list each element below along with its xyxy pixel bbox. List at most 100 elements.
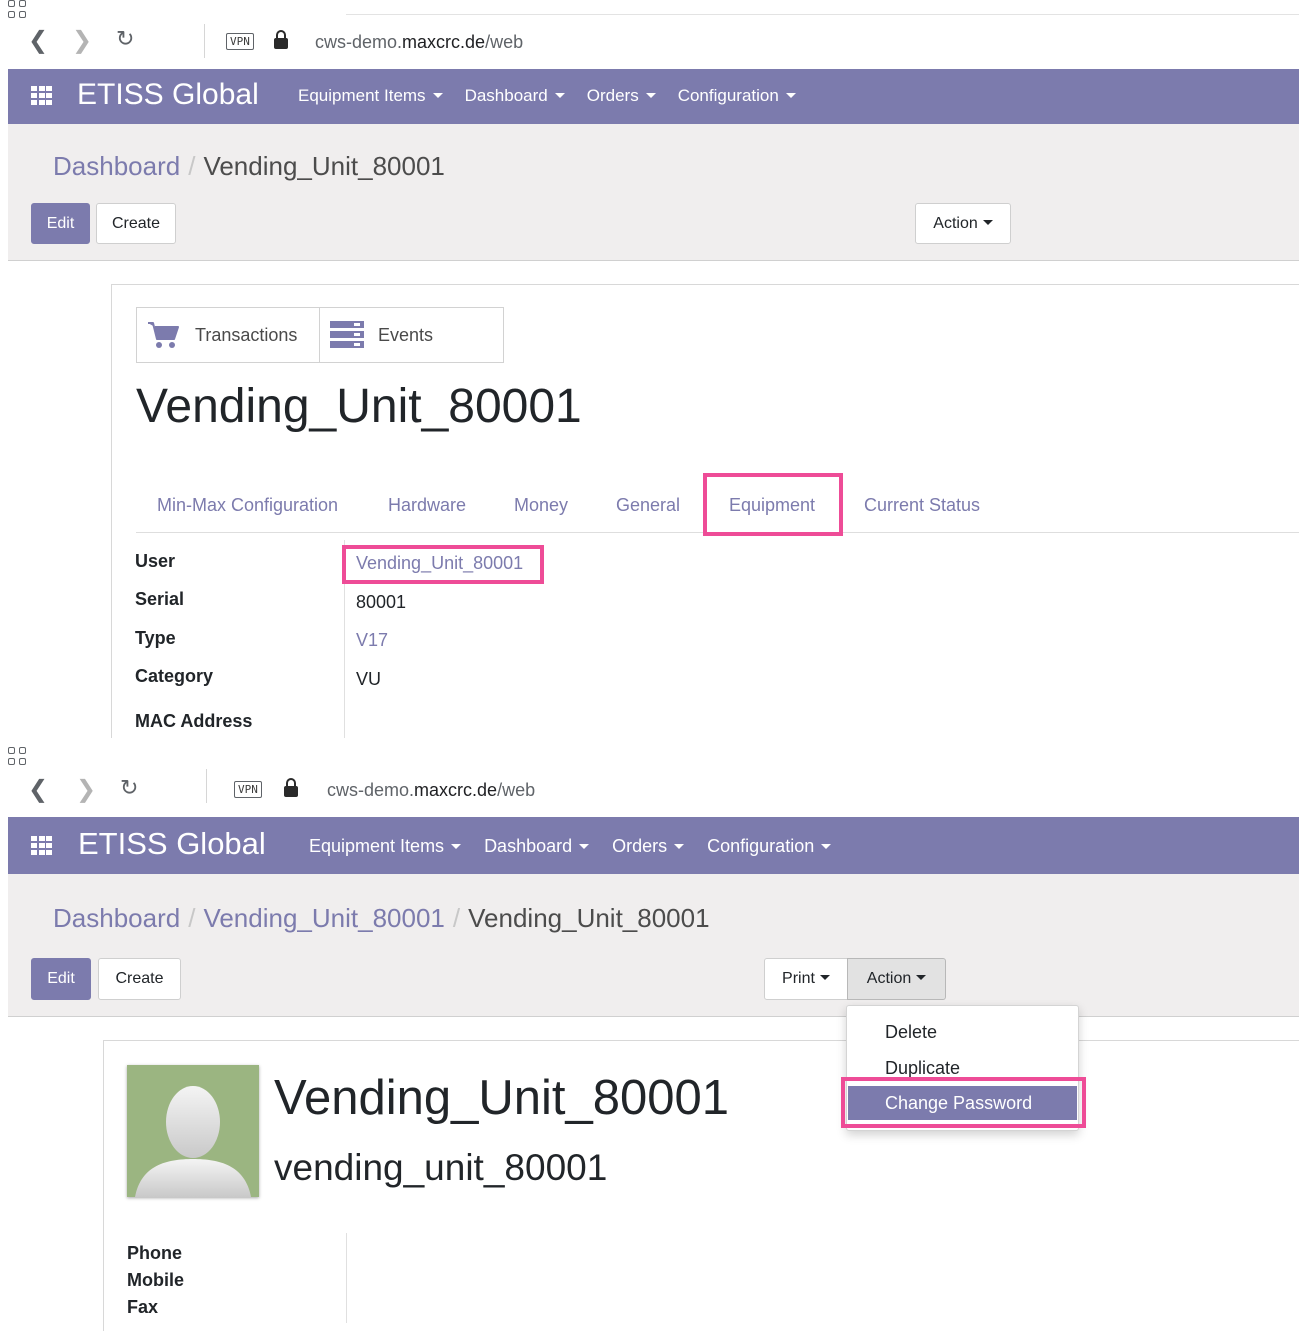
app-grid-icon[interactable] (31, 836, 53, 855)
brand-name[interactable]: ETISS Global (78, 824, 266, 864)
breadcrumb-current: Vending_Unit_80001 (203, 151, 445, 181)
forward-icon[interactable]: ❯ (72, 28, 92, 52)
caret-down-icon (821, 843, 832, 849)
screenshot-panel-user-form: ❮ ❯ ↻ VPN cws-demo.maxcrc.de/web ETISS G… (0, 747, 1299, 1331)
fax-label: Fax (127, 1297, 159, 1317)
caret-down-icon (645, 93, 656, 99)
menu-dashboard[interactable]: Dashboard (484, 835, 590, 857)
back-icon[interactable]: ❮ (28, 28, 48, 52)
reload-icon[interactable]: ↻ (120, 777, 138, 801)
app-grid-icon[interactable] (31, 86, 53, 105)
breadcrumb-vending-unit[interactable]: Vending_Unit_80001 (203, 903, 444, 933)
screenshot-panel-equipment-tab: ❮ ❯ ↻ VPN cws-demo.maxcrc.de/web ETISS G… (0, 0, 1299, 738)
action-label: Action (933, 215, 978, 232)
menu-configuration[interactable]: Configuration (707, 835, 832, 857)
events-icon (330, 321, 364, 348)
menu-dashboard[interactable]: Dashboard (465, 85, 565, 107)
address-bar[interactable]: cws-demo.maxcrc.de/web (315, 31, 523, 53)
events-label: Events (378, 324, 434, 345)
menu-configuration[interactable]: Configuration (678, 85, 796, 107)
menu-label: Dashboard (464, 86, 548, 105)
events-button[interactable]: Events (320, 307, 504, 363)
breadcrumb-separator: / (188, 151, 196, 181)
form-sheet: Transactions Events Vending_Unit_80001 M… (111, 284, 1299, 738)
reload-icon[interactable]: ↻ (116, 28, 134, 52)
menu-orders[interactable]: Orders (587, 85, 656, 107)
vpn-badge[interactable]: VPN (226, 33, 254, 50)
menu-label: Configuration (677, 86, 779, 105)
caret-down-icon (554, 93, 565, 99)
caret-down-icon (819, 975, 830, 981)
change-password-highlight (841, 1077, 1086, 1128)
action-label: Action (866, 970, 912, 987)
equipment-tab-highlight (703, 473, 843, 536)
forward-icon[interactable]: ❯ (76, 777, 96, 801)
tab-current-status[interactable]: Current Status (864, 487, 980, 523)
menu-equipment-items[interactable]: Equipment Items (298, 85, 443, 107)
tab-hardware[interactable]: Hardware (388, 487, 466, 523)
tab-general[interactable]: General (616, 487, 680, 523)
menu-equipment-items[interactable]: Equipment Items (309, 835, 462, 857)
breadcrumb-separator: / (452, 903, 461, 933)
print-dropdown-button[interactable]: Print (764, 958, 848, 1000)
action-dropdown-button[interactable]: Action (847, 958, 946, 1000)
breadcrumb: Dashboard / Vending_Unit_80001/Vending_Uni… (53, 902, 710, 934)
avatar-placeholder-icon (135, 1086, 251, 1197)
main-menu: Equipment Items Dashboard Orders Configu… (298, 85, 796, 107)
breadcrumb-dashboard[interactable]: Dashboard (53, 151, 180, 181)
transactions-label: Transactions (195, 324, 298, 345)
type-link[interactable]: V17 (356, 629, 388, 651)
breadcrumb-current: Vending_Unit_80001 (468, 903, 710, 933)
phone-label: Phone (127, 1243, 183, 1263)
lock-icon[interactable] (284, 778, 298, 798)
caret-down-icon (451, 843, 462, 849)
edit-button[interactable]: Edit (31, 203, 90, 244)
brand-name[interactable]: ETISS Global (77, 75, 259, 115)
menu-label: Equipment Items (309, 836, 445, 856)
category-label: Category (135, 666, 214, 686)
back-icon[interactable]: ❮ (28, 777, 48, 801)
menu-label: Configuration (707, 836, 815, 856)
menu-label: Orders (612, 836, 668, 856)
tab-money[interactable]: Money (514, 487, 568, 523)
breadcrumb-dashboard[interactable]: Dashboard (53, 903, 180, 933)
browser-toolbar: ❮ ❯ ↻ VPN cws-demo.maxcrc.de/web (8, 0, 1299, 69)
create-button[interactable]: Create (96, 203, 176, 244)
edit-button[interactable]: Edit (31, 958, 91, 1000)
url-path: /web (485, 32, 524, 52)
login-name: vending_unit_80001 (274, 1147, 608, 1188)
menu-orders[interactable]: Orders (612, 835, 685, 857)
cart-icon (148, 322, 179, 348)
breadcrumb: Dashboard / Vending_Unit_80001 (53, 150, 445, 182)
vpn-badge[interactable]: VPN (234, 781, 262, 798)
field-column-divider (346, 1233, 347, 1323)
toolbar-divider (206, 769, 207, 803)
toolbar-divider (204, 24, 205, 58)
menu-label: Orders (586, 86, 639, 105)
print-label: Print (782, 970, 815, 987)
transactions-button[interactable]: Transactions (136, 307, 320, 363)
url-path: /web (497, 780, 536, 800)
record-title: Vending_Unit_80001 (274, 1071, 730, 1125)
url-prefix: cws-demo. (327, 780, 415, 800)
control-panel: Dashboard / Vending_Unit_80001/Vending_Uni… (8, 874, 1299, 1017)
caret-down-icon (579, 843, 590, 849)
url-prefix: cws-demo. (315, 32, 403, 52)
breadcrumb-separator: / (188, 903, 196, 933)
address-bar[interactable]: cws-demo.maxcrc.de/web (327, 779, 535, 801)
control-panel: Dashboard / Vending_Unit_80001 Edit Create… (8, 124, 1299, 261)
smart-button-box: Transactions Events (136, 307, 504, 363)
caret-down-icon (916, 975, 927, 981)
avatar[interactable] (127, 1065, 259, 1197)
create-button[interactable]: Create (98, 958, 181, 1000)
mac-address-label: MAC Address (135, 711, 253, 731)
lock-icon[interactable] (274, 30, 288, 50)
action-dropdown-button[interactable]: Action (915, 203, 1011, 244)
mobile-label: Mobile (127, 1270, 184, 1290)
menu-label: Dashboard (484, 836, 573, 856)
tab-min-max-configuration[interactable]: Min-Max Configuration (157, 487, 338, 523)
menu-label: Equipment Items (298, 86, 426, 105)
caret-down-icon (785, 93, 796, 99)
menu-item-delete[interactable]: Delete (848, 1015, 1077, 1049)
app-navbar: ETISS Global Equipment Items Dashboard O… (8, 69, 1299, 124)
